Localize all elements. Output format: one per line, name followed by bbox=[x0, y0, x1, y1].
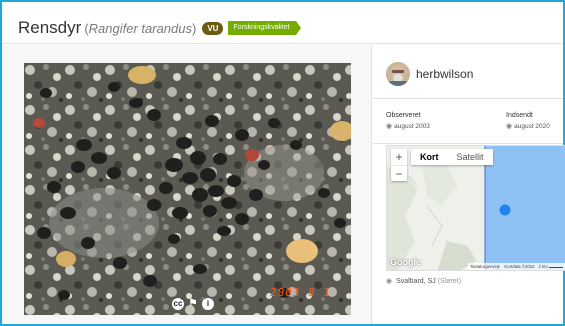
conservation-status-badge[interactable]: VU bbox=[202, 21, 224, 35]
scientific-name[interactable]: (Rangifer tarandus) bbox=[84, 21, 196, 36]
observed-date: Observeret ◉ august 2003 bbox=[386, 112, 430, 130]
place-guess: ◉ Svalbard, SJ (Sløret) bbox=[386, 277, 461, 285]
eye-icon: ◉ bbox=[506, 123, 513, 130]
submitted-date: Indsendt ◉ august 2020 bbox=[506, 112, 550, 130]
scale-bar bbox=[549, 264, 563, 268]
observed-value-row: ◉ august 2003 bbox=[386, 122, 430, 130]
photo-icons: cc ⚑ i bbox=[172, 298, 214, 310]
observation-sidebar: herbwilson Observeret ◉ august 2003 Indse… bbox=[373, 45, 565, 324]
eye-icon: ◉ bbox=[386, 278, 393, 285]
map-data-text[interactable]: Kortdata ©2022 bbox=[504, 264, 534, 269]
eye-icon: ◉ bbox=[386, 123, 393, 130]
cc-icon[interactable]: cc bbox=[172, 298, 184, 310]
map-scale-label: 2 km bbox=[538, 264, 548, 269]
observer-username[interactable]: herbwilson bbox=[416, 67, 473, 81]
place-name[interactable]: Svalbard, SJ bbox=[396, 278, 436, 285]
info-icon[interactable]: i bbox=[202, 298, 214, 310]
observation-photo[interactable]: cc ⚑ i 2003 8 1 bbox=[24, 63, 351, 315]
location-marker[interactable] bbox=[499, 204, 511, 216]
scientific-name-text: Rangifer tarandus bbox=[88, 20, 192, 36]
avatar[interactable] bbox=[386, 62, 410, 86]
zoom-out-button[interactable]: − bbox=[391, 165, 407, 181]
submitted-label: Indsendt bbox=[506, 112, 533, 119]
map-tab-map[interactable]: Kort bbox=[411, 149, 448, 165]
quality-grade-badge[interactable]: Forskningskvalitet bbox=[228, 21, 301, 35]
observation-header: Rensdyr (Rangifer tarandus) VU Forskning… bbox=[2, 2, 563, 44]
map-scale[interactable]: 2 km bbox=[538, 264, 563, 269]
observed-label: Observeret bbox=[386, 112, 421, 119]
zoom-controls: + − bbox=[391, 149, 407, 181]
photo-panel: cc ⚑ i 2003 8 1 bbox=[2, 45, 372, 324]
submitted-value-row: ◉ august 2020 bbox=[506, 122, 550, 130]
observer-row: herbwilson bbox=[373, 45, 563, 99]
map-type-switch: Kort Satellit bbox=[411, 149, 493, 165]
submitted-value: august 2020 bbox=[514, 123, 550, 130]
location-map[interactable]: + − Kort Satellit Google Tastaturgenveje… bbox=[386, 145, 565, 271]
google-logo[interactable]: Google bbox=[390, 257, 421, 267]
paren-close: ) bbox=[192, 20, 197, 36]
obscured-label: (Sløret) bbox=[437, 278, 462, 285]
flag-icon[interactable]: ⚑ bbox=[187, 298, 199, 310]
page-title: Rensdyr (Rangifer tarandus) VU Forskning… bbox=[18, 18, 301, 38]
photo-date-stamp: 2003 8 1 bbox=[269, 286, 332, 299]
keyboard-shortcuts-link[interactable]: Tastaturgenveje bbox=[470, 264, 500, 269]
map-attribution: Tastaturgenveje Kortdata ©2022 2 km bbox=[467, 263, 565, 270]
photo-image bbox=[24, 63, 351, 315]
common-name[interactable]: Rensdyr bbox=[18, 18, 81, 38]
zoom-in-button[interactable]: + bbox=[391, 149, 407, 165]
map-tab-satellite[interactable]: Satellit bbox=[448, 149, 493, 165]
observed-value: august 2003 bbox=[394, 123, 430, 130]
dates-row: Observeret ◉ august 2003 Indsendt ◉ august… bbox=[373, 100, 563, 144]
